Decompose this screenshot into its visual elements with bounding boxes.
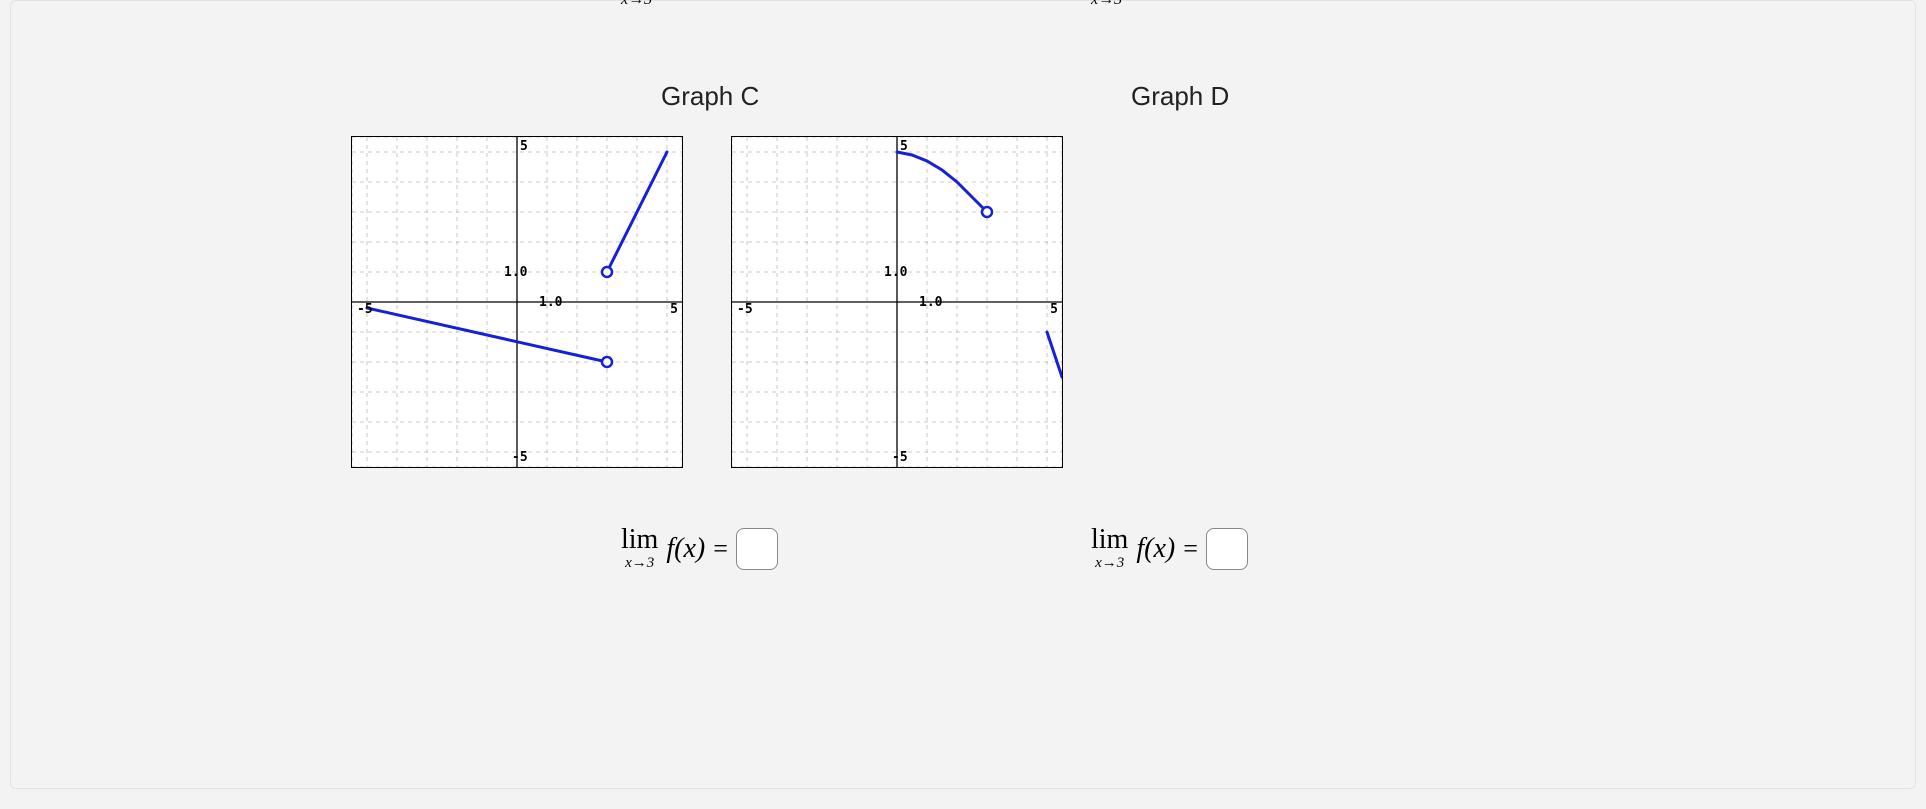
lim-sub-c: x→3 [621, 556, 658, 571]
axis-one-x-d: 1.0 [919, 295, 942, 310]
page-root: x→3 x→3 Graph C Graph D -5 5 5 -5 1.0 1.… [0, 0, 1926, 809]
axis-one-x-c: 1.0 [539, 295, 562, 310]
lim-block-c: lim x→3 [621, 526, 658, 571]
graph-d: -5 5 5 -5 1.0 1.0 [731, 136, 1063, 468]
lim-label-c: lim [621, 526, 658, 554]
graph-c: -5 5 5 -5 1.0 1.0 [351, 136, 683, 468]
lim-sub-d: x→3 [1091, 556, 1128, 571]
card-panel: x→3 x→3 Graph C Graph D -5 5 5 -5 1.0 1.… [10, 0, 1916, 789]
lim-label-d: lim [1091, 526, 1128, 554]
axis-yneg-d: -5 [892, 450, 908, 465]
axis-xneg-c: -5 [357, 302, 373, 317]
answer-input-d[interactable] [1206, 528, 1248, 570]
axis-xpos-c: 5 [670, 302, 678, 317]
top-expr-right: x→3 [1091, 0, 1122, 9]
equals-d: = [1183, 534, 1198, 564]
title-graph-c: Graph C [661, 81, 759, 112]
plot-c-svg [352, 137, 682, 467]
axis-xpos-d: 5 [1050, 302, 1058, 317]
fx-label-c: f(x) [666, 533, 705, 565]
axis-ypos-c: 5 [520, 139, 528, 154]
lim-block-d: lim x→3 [1091, 526, 1128, 571]
fx-label-d: f(x) [1136, 533, 1175, 565]
axis-yneg-c: -5 [512, 450, 528, 465]
limit-expression-d: lim x→3 f(x) = [1091, 526, 1248, 571]
title-graph-d: Graph D [1131, 81, 1229, 112]
axis-ypos-d: 5 [900, 139, 908, 154]
answer-input-c[interactable] [736, 528, 778, 570]
top-expr-left: x→3 [621, 0, 652, 9]
graphs-row: -5 5 5 -5 1.0 1.0 -5 5 5 -5 1.0 1.0 [351, 136, 1063, 468]
axis-one-y-c: 1.0 [504, 265, 527, 280]
limit-expression-c: lim x→3 f(x) = [621, 526, 778, 571]
top-row: x→3 x→3 [11, 1, 1915, 21]
equals-c: = [713, 534, 728, 564]
axis-xneg-d: -5 [737, 302, 753, 317]
plot-d-svg [732, 137, 1062, 467]
axis-one-y-d: 1.0 [884, 265, 907, 280]
